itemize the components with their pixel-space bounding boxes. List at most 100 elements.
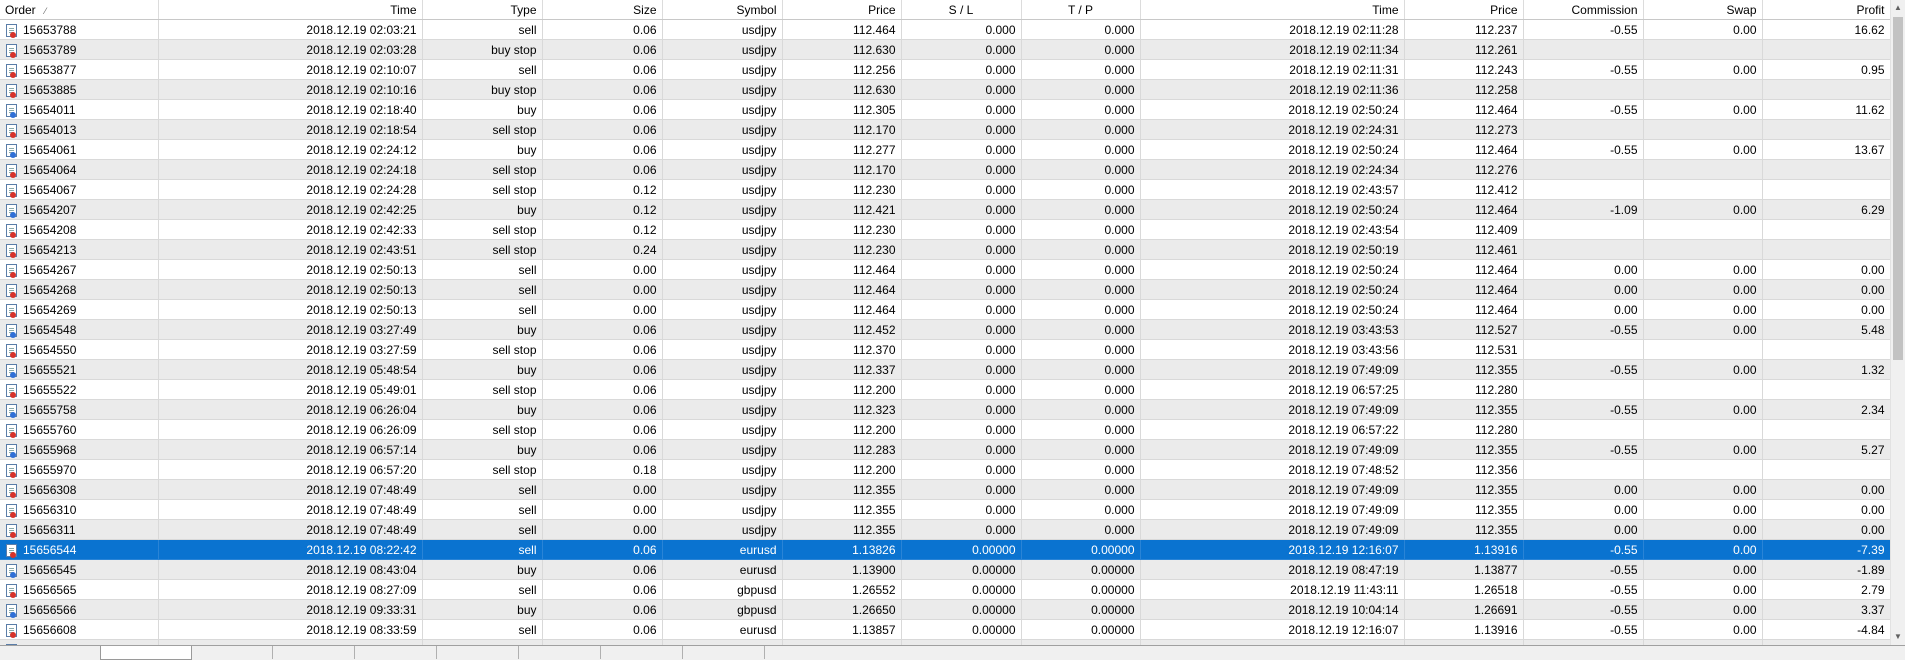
table-row[interactable]: 15654267 2018.12.19 02:50:13 sell 0.00 usdjp… (0, 259, 1890, 280)
table-row[interactable]: 15656544 2018.12.19 08:22:42 sell 0.06 eurus… (0, 539, 1890, 560)
cell-time: 2018.12.19 02:50:13 (158, 259, 423, 280)
table-row[interactable]: 15655760 2018.12.19 06:26:09 sell stop 0.06… (0, 419, 1890, 440)
table-row[interactable]: 15653877 2018.12.19 02:10:07 sell 0.06 usdjp… (0, 59, 1890, 80)
cell-time: 2018.12.19 06:26:04 (158, 399, 423, 420)
tab[interactable] (434, 646, 519, 659)
buy-order-icon (6, 323, 17, 338)
cell-symbol: eurusd (662, 559, 783, 580)
sell-order-icon (6, 503, 17, 518)
column-header-profit[interactable]: Profit (1762, 0, 1890, 20)
table-row[interactable]: 15654207 2018.12.19 02:42:25 buy 0.12 usdjpy… (0, 199, 1890, 220)
sell-order-icon (6, 163, 17, 178)
tab[interactable] (516, 646, 601, 659)
tab-active[interactable] (100, 646, 192, 660)
cell-type: buy (422, 599, 543, 620)
sell-order-icon (6, 523, 17, 538)
cell-close-time: 2018.12.19 11:43:11 (1140, 579, 1405, 600)
cell-order: 15656566 (0, 599, 159, 620)
table-row[interactable]: 15654067 2018.12.19 02:24:28 sell stop 0.12… (0, 179, 1890, 200)
table-row[interactable]: 15654269 2018.12.19 02:50:13 sell 0.00 usdjp… (0, 299, 1890, 320)
table-row[interactable]: 15654064 2018.12.19 02:24:18 sell stop 0.06… (0, 159, 1890, 180)
column-header-tp[interactable]: T / P (1021, 0, 1141, 20)
cell-size: 0.12 (542, 219, 663, 240)
cell-type: sell (422, 279, 543, 300)
cell-symbol: usdjpy (662, 39, 783, 60)
order-number: 15654269 (23, 302, 77, 317)
table-row[interactable]: 15654061 2018.12.19 02:24:12 buy 0.06 usdjpy… (0, 139, 1890, 160)
column-header-sl[interactable]: S / L (901, 0, 1022, 20)
cell-size: 0.06 (542, 19, 663, 40)
cell-commission (1523, 379, 1644, 400)
column-header-price[interactable]: Price (782, 0, 902, 20)
table-row[interactable]: 15653788 2018.12.19 02:03:21 sell 0.06 usdjp… (0, 19, 1890, 40)
order-number: 15653885 (23, 82, 77, 97)
column-header-size[interactable]: Size (542, 0, 663, 20)
table-row[interactable]: 15654548 2018.12.19 03:27:49 buy 0.06 usdjpy… (0, 319, 1890, 340)
cell-close-time: 2018.12.19 06:57:22 (1140, 419, 1405, 440)
cell-time: 2018.12.19 02:10:07 (158, 59, 423, 80)
column-header-time[interactable]: Time (158, 0, 423, 20)
cell-time: 2018.12.19 08:43:04 (158, 559, 423, 580)
cell-swap: 0.00 (1643, 399, 1763, 420)
chevron-down-icon[interactable]: ▼ (1891, 629, 1905, 645)
column-header-order[interactable]: Order ⁄ (0, 0, 159, 20)
order-number: 15654011 (23, 102, 76, 117)
tab[interactable] (598, 646, 683, 659)
table-row[interactable]: 15655521 2018.12.19 05:48:54 buy 0.06 usdjpy… (0, 359, 1890, 380)
cell-type: buy (422, 399, 543, 420)
scrollbar-thumb[interactable] (1893, 17, 1903, 360)
table-row[interactable]: 15654268 2018.12.19 02:50:13 sell 0.00 usdjp… (0, 279, 1890, 300)
cell-tp: 0.00000 (1021, 579, 1141, 600)
table-row[interactable]: 15655968 2018.12.19 06:57:14 buy 0.06 usdjpy… (0, 439, 1890, 460)
table-row[interactable]: 15656565 2018.12.19 08:27:09 sell 0.06 gbpus… (0, 579, 1890, 600)
tab[interactable] (188, 646, 273, 659)
cell-price: 112.355 (782, 519, 902, 540)
cell-symbol: usdjpy (662, 299, 783, 320)
table-row[interactable]: 15654013 2018.12.19 02:18:54 sell stop 0.06… (0, 119, 1890, 140)
table-row[interactable]: 15655522 2018.12.19 05:49:01 sell stop 0.06… (0, 379, 1890, 400)
cell-profit: 0.00 (1762, 279, 1890, 300)
sell-order-icon (6, 263, 17, 278)
order-number: 15655968 (23, 442, 77, 457)
vertical-scrollbar[interactable]: ▲ ▼ (1890, 0, 1905, 645)
cell-sl: 0.00000 (901, 559, 1022, 580)
column-header-type[interactable]: Type (422, 0, 543, 20)
cell-swap: 0.00 (1643, 579, 1763, 600)
table-row[interactable]: 15654208 2018.12.19 02:42:33 sell stop 0.12… (0, 219, 1890, 240)
cell-tp: 0.000 (1021, 279, 1141, 300)
column-header-swap[interactable]: Swap (1643, 0, 1763, 20)
order-number: 15654550 (23, 342, 77, 357)
table-row[interactable]: 15653885 2018.12.19 02:10:16 buy stop 0.06 u… (0, 79, 1890, 100)
cell-swap: 0.00 (1643, 519, 1763, 540)
cell-profit: 0.00 (1762, 499, 1890, 520)
cell-swap (1643, 339, 1763, 360)
cell-swap: 0.00 (1643, 619, 1763, 640)
table-row[interactable]: 15656308 2018.12.19 07:48:49 sell 0.00 usdjp… (0, 479, 1890, 500)
table-row[interactable]: 15655970 2018.12.19 06:57:20 sell stop 0.18… (0, 459, 1890, 480)
cell-size: 0.06 (542, 159, 663, 180)
table-row[interactable]: 15656566 2018.12.19 09:33:31 buy 0.06 gbpusd… (0, 599, 1890, 620)
cell-profit (1762, 119, 1890, 140)
table-row[interactable]: 15656545 2018.12.19 08:43:04 buy 0.06 eurusd… (0, 559, 1890, 580)
cell-close-price: 112.531 (1404, 339, 1524, 360)
column-header-close-time[interactable]: Time (1140, 0, 1405, 20)
tab[interactable] (12, 646, 103, 659)
tab[interactable] (352, 646, 437, 659)
table-row[interactable]: 15654011 2018.12.19 02:18:40 buy 0.06 usdjpy… (0, 99, 1890, 120)
table-row[interactable]: 15654213 2018.12.19 02:43:51 sell stop 0.24… (0, 239, 1890, 260)
tab[interactable] (680, 646, 765, 659)
column-header-symbol[interactable]: Symbol (662, 0, 783, 20)
table-row[interactable]: 15656311 2018.12.19 07:48:49 sell 0.00 usdjp… (0, 519, 1890, 540)
cell-time: 2018.12.19 06:57:14 (158, 439, 423, 460)
chevron-up-icon[interactable]: ▲ (1891, 0, 1905, 16)
column-header-close-price[interactable]: Price (1404, 0, 1524, 20)
sell-order-icon (6, 383, 17, 398)
table-row[interactable]: 15654550 2018.12.19 03:27:59 sell stop 0.06… (0, 339, 1890, 360)
table-row[interactable]: 15655758 2018.12.19 06:26:04 buy 0.06 usdjpy… (0, 399, 1890, 420)
table-row[interactable]: 15656310 2018.12.19 07:48:49 sell 0.00 usdjp… (0, 499, 1890, 520)
column-header-commission[interactable]: Commission (1523, 0, 1644, 20)
table-row[interactable]: 15653789 2018.12.19 02:03:28 buy stop 0.06 u… (0, 39, 1890, 60)
cell-swap (1643, 459, 1763, 480)
tab[interactable] (270, 646, 355, 659)
table-row[interactable]: 15656608 2018.12.19 08:33:59 sell 0.06 eurus… (0, 619, 1890, 640)
